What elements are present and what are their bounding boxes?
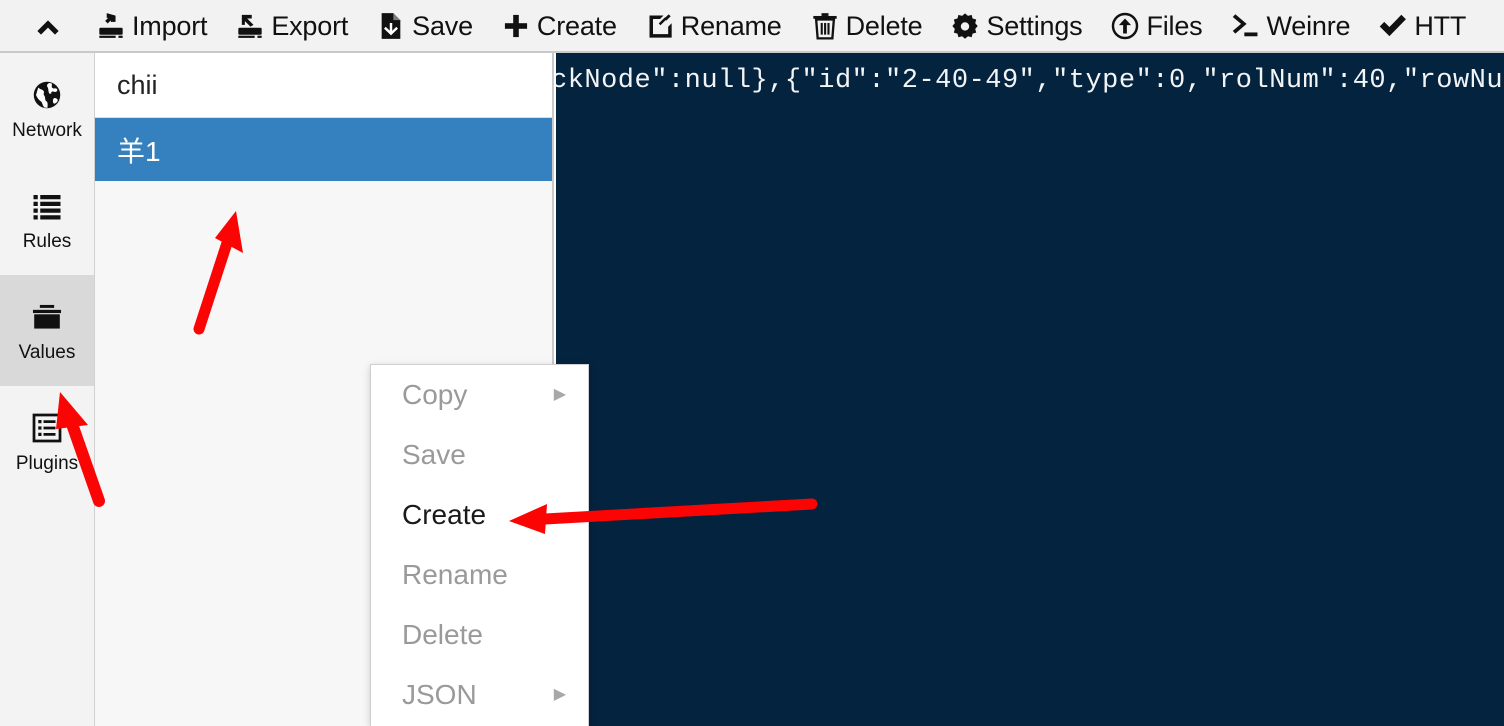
editor-text-line: ckNode":null},{"id":"2-40-49","type":0,"… xyxy=(556,66,1504,96)
sidebar-item-values[interactable]: Values xyxy=(0,275,94,386)
toolbar-item-export-label: Export xyxy=(271,11,349,41)
import-tray-icon xyxy=(96,11,126,41)
save-file-icon xyxy=(376,11,406,41)
top-toolbar: Import Export Save Create Rename Delete … xyxy=(0,0,1504,53)
toolbar-item-create-label: Create xyxy=(536,11,617,41)
sidebar-item-network[interactable]: Network xyxy=(0,53,94,164)
sidebar-item-plugins-label: Plugins xyxy=(15,452,79,474)
plugins-list-icon xyxy=(30,411,64,445)
trash-icon xyxy=(810,11,840,41)
context-menu-item-json[interactable]: JSON ▶ xyxy=(371,665,588,725)
toolbar-item-https[interactable]: HTT xyxy=(1378,0,1466,51)
toolbar-item-files-label: Files xyxy=(1146,11,1203,41)
list-item-label: 羊1 xyxy=(117,135,161,167)
context-menu-item-copy-label: Copy xyxy=(402,379,468,410)
toolbar-item-rename[interactable]: Rename xyxy=(645,0,796,51)
context-menu-item-copy[interactable]: Copy ▶ xyxy=(371,365,588,425)
chevron-up-icon xyxy=(33,11,63,41)
collapse-toolbar-button[interactable] xyxy=(0,0,96,51)
plus-icon xyxy=(501,11,531,41)
context-menu-item-create-label: Create xyxy=(402,499,487,530)
context-menu-item-rename[interactable]: Rename xyxy=(371,545,588,605)
toolbar-item-settings[interactable]: Settings xyxy=(950,0,1096,51)
context-menu-item-delete[interactable]: Delete xyxy=(371,605,588,665)
context-menu-item-create[interactable]: Create xyxy=(371,485,588,545)
toolbar-item-import[interactable]: Import xyxy=(96,0,221,51)
context-menu-item-rename-label: Rename xyxy=(402,559,508,590)
toolbar-item-settings-label: Settings xyxy=(986,11,1083,41)
globe-icon xyxy=(30,78,64,112)
circle-up-arrow-icon xyxy=(1110,11,1140,41)
toolbar-item-save-label: Save xyxy=(412,11,473,41)
values-list-header[interactable]: chii xyxy=(95,53,552,118)
briefcase-icon xyxy=(30,300,64,334)
export-tray-icon xyxy=(235,11,265,41)
context-menu-item-save[interactable]: Save xyxy=(371,425,588,485)
toolbar-item-delete-label: Delete xyxy=(845,11,923,41)
toolbar-item-import-label: Import xyxy=(132,11,208,41)
app-root: Import Export Save Create Rename Delete … xyxy=(0,0,1504,726)
sidebar-item-values-label: Values xyxy=(18,341,76,363)
toolbar-item-save[interactable]: Save xyxy=(376,0,487,51)
value-content-editor[interactable]: ckNode":null},{"id":"2-40-49","type":0,"… xyxy=(556,53,1504,726)
sidebar-item-rules-label: Rules xyxy=(22,230,72,252)
context-menu-item-save-label: Save xyxy=(402,439,466,470)
toolbar-item-files[interactable]: Files xyxy=(1110,0,1216,51)
toolbar-item-rename-label: Rename xyxy=(680,11,782,41)
chevron-right-icon: ▶ xyxy=(553,686,566,703)
terminal-prompt-icon xyxy=(1230,11,1260,41)
chevron-right-icon: ▶ xyxy=(553,386,566,403)
values-list-header-label: chii xyxy=(117,69,158,100)
sidebar-item-plugins[interactable]: Plugins xyxy=(0,386,94,497)
edit-square-icon xyxy=(645,11,675,41)
toolbar-item-delete[interactable]: Delete xyxy=(810,0,937,51)
checkmark-icon xyxy=(1378,11,1408,41)
sidebar-item-rules[interactable]: Rules xyxy=(0,164,94,275)
list-icon xyxy=(30,189,64,223)
toolbar-item-create[interactable]: Create xyxy=(501,0,631,51)
left-sidebar: Network Rules Values Plugins xyxy=(0,53,95,726)
context-menu: Copy ▶ Save Create Rename Delete JSON ▶ xyxy=(370,364,589,726)
toolbar-item-https-label: HTT xyxy=(1414,11,1467,41)
context-menu-item-json-label: JSON xyxy=(402,679,477,710)
toolbar-item-weinre[interactable]: Weinre xyxy=(1230,0,1364,51)
gear-icon xyxy=(950,11,980,41)
list-item[interactable]: 羊1 xyxy=(95,118,552,181)
context-menu-item-delete-label: Delete xyxy=(402,619,483,650)
sidebar-item-network-label: Network xyxy=(12,119,82,141)
toolbar-item-weinre-label: Weinre xyxy=(1266,11,1351,41)
toolbar-item-export[interactable]: Export xyxy=(235,0,362,51)
